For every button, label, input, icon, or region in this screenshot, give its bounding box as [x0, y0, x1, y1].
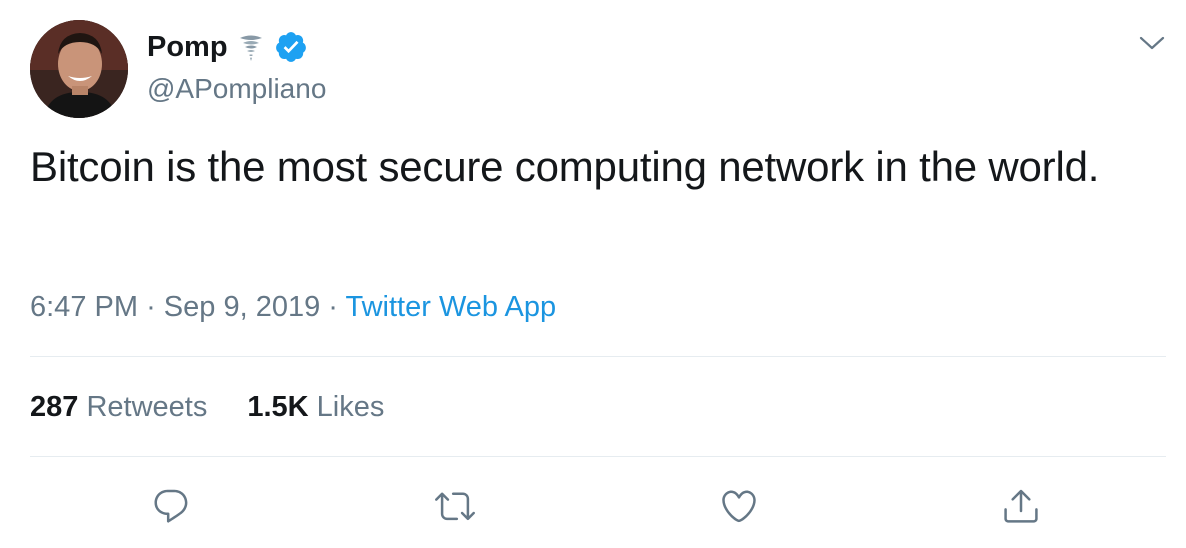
display-name-row[interactable]: Pomp	[147, 30, 308, 64]
tweet-time[interactable]: 6:47 PM	[30, 291, 138, 323]
chevron-down-icon[interactable]	[1138, 32, 1166, 54]
divider	[30, 356, 1166, 357]
verified-badge-icon	[274, 30, 308, 64]
meta-separator: ·	[328, 291, 338, 323]
divider	[30, 456, 1166, 457]
retweet-icon	[435, 492, 475, 521]
likes-count: 1.5K	[247, 391, 309, 423]
share-button[interactable]	[999, 484, 1043, 528]
display-name[interactable]: Pomp	[147, 30, 228, 64]
retweets-label: Retweets	[86, 391, 208, 423]
retweet-button[interactable]	[433, 484, 477, 528]
retweets-stat[interactable]: 287 Retweets	[30, 388, 207, 426]
reply-button[interactable]	[149, 484, 193, 528]
tweet-date[interactable]: Sep 9, 2019	[164, 291, 320, 323]
tweet-stats: 287 Retweets 1.5K Likes	[30, 388, 384, 426]
likes-stat[interactable]: 1.5K Likes	[247, 388, 384, 426]
share-icon	[1004, 489, 1038, 523]
avatar[interactable]	[30, 20, 128, 118]
tweet-card: Pomp @APompliano Bitcoin is the most sec…	[0, 0, 1186, 548]
reply-icon	[154, 489, 188, 523]
retweets-count: 287	[30, 391, 79, 423]
tweet-source-link[interactable]: Twitter Web App	[346, 291, 557, 323]
tornado-emoji-icon	[234, 30, 268, 64]
like-button[interactable]	[717, 484, 761, 528]
tweet-text: Bitcoin is the most secure computing net…	[30, 143, 1100, 190]
heart-icon	[722, 490, 756, 523]
user-handle[interactable]: @APompliano	[147, 72, 326, 106]
meta-separator: ·	[146, 291, 156, 323]
tweet-meta: 6:47 PM · Sep 9, 2019 · Twitter Web App	[30, 288, 556, 326]
likes-label: Likes	[316, 391, 385, 423]
